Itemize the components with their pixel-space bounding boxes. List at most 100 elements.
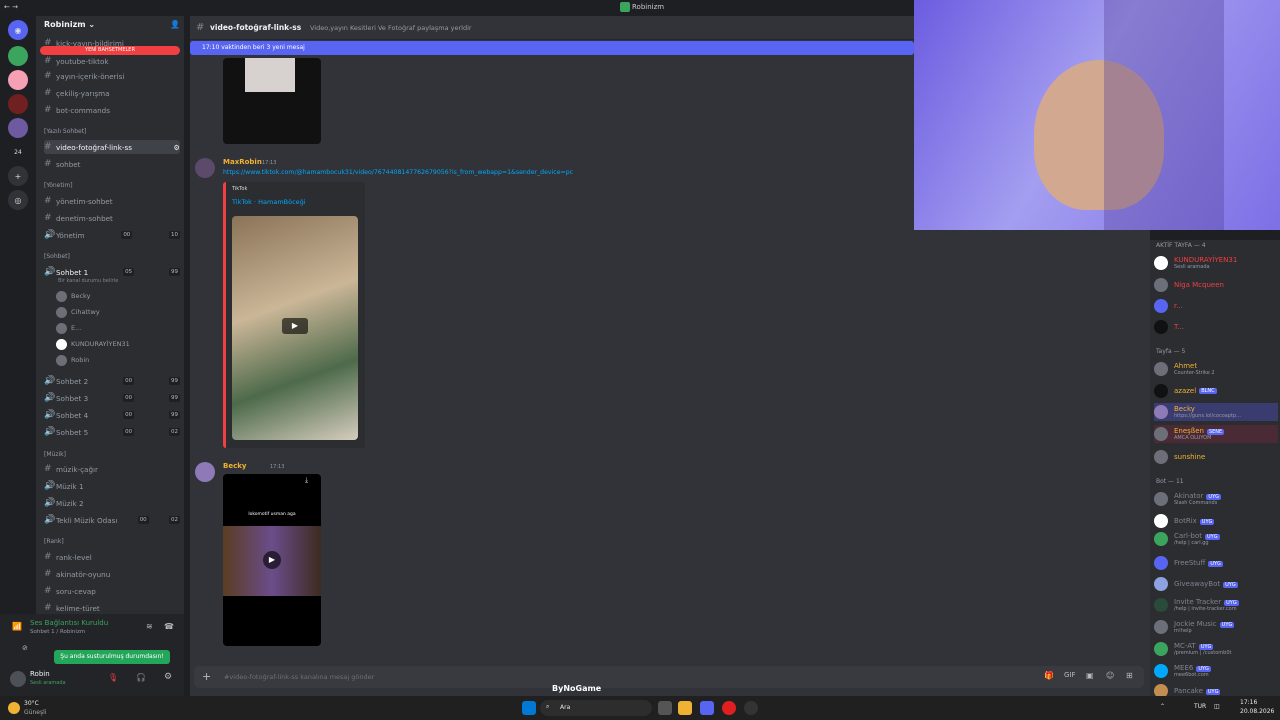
voice-tekli-muzik[interactable]: 🔊 Tekli Müzik Odası 00 02 xyxy=(44,513,180,527)
file-explorer-icon[interactable] xyxy=(678,701,692,715)
channel-muzik-cagir[interactable]: # müzik-çağır xyxy=(44,462,180,476)
channel-video-foto-active[interactable]: # video-fotoğraf-link-ss ⚙ xyxy=(44,140,180,154)
video-attachment[interactable]: ⤓ lokomotif usman aga ▶ xyxy=(223,474,321,646)
voice-sohbet-2[interactable]: 🔊 Sohbet 2 00 99 xyxy=(44,374,180,388)
channel-kelime-turet[interactable]: # kelime-türet xyxy=(44,601,180,615)
voice-muzik-2[interactable]: 🔊 Müzik 2 xyxy=(44,496,180,510)
category-yonetim[interactable]: [Yönetim] xyxy=(44,182,180,189)
bot-item[interactable]: Jockie Music UYG m!help xyxy=(1154,618,1278,636)
channel-akinator[interactable]: # akinatör-oyunu xyxy=(44,567,180,581)
server-name-header[interactable]: Robinizm ⌄ 👤 xyxy=(44,20,180,34)
member-item[interactable]: KUNDURAYİYEN31 Sesli aramada xyxy=(1154,254,1278,272)
member-item[interactable]: Becky https://guns.lol/cocoaptp... xyxy=(1154,403,1278,421)
sticker-icon[interactable]: ▣ xyxy=(1086,671,1094,680)
channel-yonetim-sohbet[interactable]: # yönetim-sohbet xyxy=(44,194,180,208)
server-green-icon[interactable] xyxy=(8,46,28,66)
avatar[interactable] xyxy=(10,671,26,687)
taskbar-search[interactable]: ⌕ Ara xyxy=(540,700,652,716)
play-icon[interactable]: ▶ xyxy=(263,551,281,569)
previous-media[interactable] xyxy=(223,58,321,144)
gif-icon[interactable]: GIF xyxy=(1064,671,1076,679)
channel-bot-commands[interactable]: # bot-commands xyxy=(44,103,180,117)
voice-sohbet-5[interactable]: 🔊 Sohbet 5 00 02 xyxy=(44,425,180,439)
member-item[interactable]: sunshine xyxy=(1154,448,1278,466)
message-author[interactable]: MaxRobin xyxy=(223,158,262,166)
voice-yonetim[interactable]: 🔊 Yönetim 00 10 xyxy=(44,228,180,242)
channel-status[interactable]: Bir kanal durumu belirle xyxy=(58,278,118,284)
camera-off-icon[interactable]: ⊘ xyxy=(22,644,28,652)
category-sohbet[interactable]: [Sohbet] xyxy=(44,253,180,260)
clock-time[interactable]: 17:16 xyxy=(1240,699,1257,706)
embed-video-thumbnail[interactable]: ▶ xyxy=(232,216,358,440)
opera-icon[interactable] xyxy=(722,701,736,715)
voice-sohbet-1[interactable]: 🔊 Sohbet 1 05 99 xyxy=(44,265,180,279)
avatar[interactable] xyxy=(195,462,215,482)
add-friend-icon[interactable]: 👤 xyxy=(170,20,180,29)
network-icon[interactable]: ◫ xyxy=(1214,703,1220,710)
channel-youtube[interactable]: # youtube-tiktok xyxy=(44,54,180,68)
apps-icon[interactable]: ⊞ xyxy=(1126,671,1133,680)
obs-icon[interactable] xyxy=(744,701,758,715)
clock-date[interactable]: 20.08.2026 xyxy=(1240,708,1274,715)
noise-suppression-icon[interactable]: ≋ xyxy=(146,622,153,631)
voice-member[interactable]: Cihattwy xyxy=(56,305,180,319)
message-composer[interactable]: + #video-fotoğraf-link-ss kanalına mesaj… xyxy=(194,666,1144,688)
channel-sohbet[interactable]: # sohbet xyxy=(44,157,180,171)
embed-title[interactable]: TikTok · HamamBöceği xyxy=(232,198,306,206)
disconnect-icon[interactable]: ☎ xyxy=(164,622,174,631)
member-item[interactable]: azazel BLNC xyxy=(1154,382,1278,400)
gift-icon[interactable]: 🎁 xyxy=(1044,671,1054,680)
mic-muted-icon[interactable]: 🎙 xyxy=(108,673,118,682)
voice-member[interactable]: Becky xyxy=(56,289,180,303)
play-icon[interactable]: ▶ xyxy=(282,318,308,334)
voice-member[interactable]: E... xyxy=(56,321,180,335)
windows-start-icon[interactable] xyxy=(522,701,536,715)
tray-chevron-icon[interactable]: ⌃ xyxy=(1160,703,1165,710)
message-link[interactable]: https://www.tiktok.com/@hamambocuk31/vid… xyxy=(223,169,573,176)
user-name[interactable]: Robin xyxy=(30,670,50,678)
member-item[interactable]: Ahmet Counter-Strike 2 xyxy=(1154,360,1278,378)
back-arrow-icon[interactable]: ← → xyxy=(4,3,18,11)
weather-sun-icon[interactable] xyxy=(8,702,20,714)
category-yazili[interactable]: [Yazılı Sohbet] xyxy=(44,128,180,135)
channel-cekilis[interactable]: # çekiliş-yarışma xyxy=(44,86,180,100)
notification-badge-icon[interactable]: 24 xyxy=(8,142,28,162)
new-messages-banner[interactable]: 17:10 vaktinden beri 3 yeni mesaj xyxy=(190,41,914,55)
download-icon[interactable]: ⤓ xyxy=(305,476,308,485)
bot-item[interactable]: Pancake UYG xyxy=(1154,682,1278,696)
member-item[interactable]: Niga Mcqueen xyxy=(1154,276,1278,294)
add-server-icon[interactable]: + xyxy=(8,166,28,186)
avatar[interactable] xyxy=(195,158,215,178)
channel-oneri[interactable]: # yayın-içerik-önerisi xyxy=(44,69,180,83)
channel-soru-cevap[interactable]: # soru-cevap xyxy=(44,584,180,598)
voice-sohbet-4[interactable]: 🔊 Sohbet 4 00 99 xyxy=(44,408,180,422)
member-item[interactable]: T... xyxy=(1154,318,1278,336)
voice-channel-path[interactable]: Sohbet 1 / Robinizm xyxy=(30,629,85,635)
voice-muzik-1[interactable]: 🔊 Müzik 1 xyxy=(44,479,180,493)
bot-item[interactable]: MEE6 UYG mee6bot.com xyxy=(1154,662,1278,680)
bot-item[interactable]: Invite Tracker UYG/help | invite-tracker.… xyxy=(1154,596,1278,614)
voice-sohbet-3[interactable]: 🔊 Sohbet 3 00 99 xyxy=(44,391,180,405)
channel-denetim-sohbet[interactable]: # denetim-sohbet xyxy=(44,211,180,225)
explore-icon[interactable]: ◎ xyxy=(8,190,28,210)
bot-item[interactable]: BotRix UYG xyxy=(1154,512,1278,530)
bot-item[interactable]: GiveawayBot UYG xyxy=(1154,575,1278,593)
discord-home-icon[interactable]: ◉ xyxy=(8,20,28,40)
emoji-icon[interactable]: ☺ xyxy=(1106,671,1114,680)
language-indicator[interactable]: TUR xyxy=(1194,703,1206,710)
bot-item[interactable]: Carl-bot UYG/help | carl.gg xyxy=(1154,530,1278,548)
voice-status[interactable]: Ses Bağlantısı Kuruldu xyxy=(30,619,108,627)
task-view-icon[interactable] xyxy=(658,701,672,715)
server-avatar-icon[interactable] xyxy=(8,118,28,138)
weather-temp[interactable]: 30°C xyxy=(24,700,39,707)
message-author[interactable]: Becky xyxy=(223,462,246,470)
bot-item[interactable]: FreeStuff UYG xyxy=(1154,554,1278,572)
member-item[interactable]: Eneşßen SENE AMCA OLUYOM xyxy=(1154,425,1278,443)
server-dark-icon[interactable] xyxy=(8,94,28,114)
voice-member[interactable]: Robin xyxy=(56,353,180,367)
user-settings-icon[interactable]: ⚙ xyxy=(164,672,172,682)
message-input[interactable]: #video-fotoğraf-link-ss kanalına mesaj g… xyxy=(224,673,374,681)
member-item[interactable]: r... xyxy=(1154,297,1278,315)
headset-icon[interactable]: 🎧 xyxy=(136,673,146,682)
category-muzik[interactable]: [Müzik] xyxy=(44,451,180,458)
